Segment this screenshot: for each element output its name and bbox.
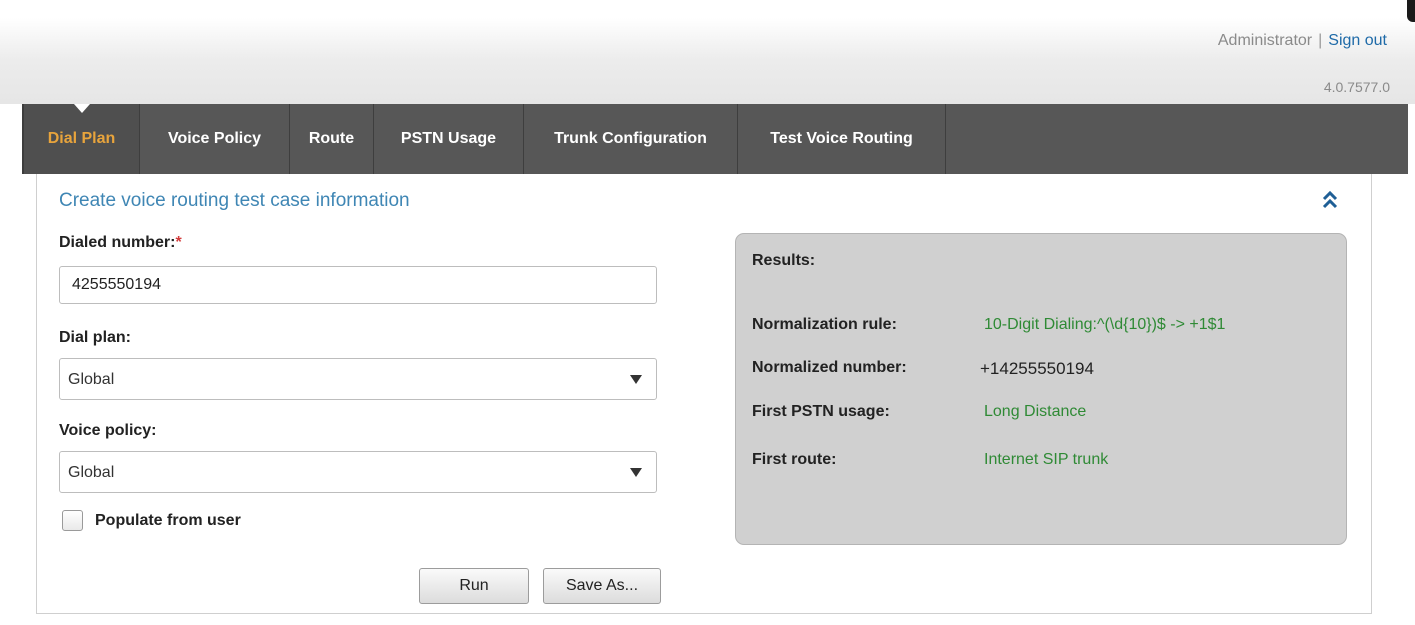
user-bar: Administrator | Sign out [1218, 32, 1387, 50]
voice-policy-value: Global [68, 464, 115, 481]
first-pstn-usage-label: First PSTN usage: [752, 403, 890, 420]
tab-pstn-usage[interactable]: PSTN Usage [374, 104, 524, 174]
dial-plan-label: Dial plan: [59, 329, 132, 346]
voice-policy-label: Voice policy: [59, 422, 157, 439]
normalization-rule-label: Normalization rule: [752, 316, 897, 333]
tab-test-voice-routing[interactable]: Test Voice Routing [738, 104, 946, 174]
tab-voice-policy[interactable]: Voice Policy [140, 104, 290, 174]
voice-policy-select[interactable]: Global [59, 451, 657, 493]
first-pstn-usage-value: Long Distance [984, 403, 1087, 420]
user-name: Administrator [1217, 32, 1313, 49]
run-button[interactable]: Run [419, 568, 529, 604]
tab-trunk-configuration[interactable]: Trunk Configuration [524, 104, 738, 174]
tab-route[interactable]: Route [290, 104, 374, 174]
version-label: 4.0.7577.0 [1323, 79, 1390, 95]
dial-plan-value: Global [68, 371, 115, 388]
dialed-number-label-text: Dialed number: [59, 234, 176, 251]
dialed-number-label: Dialed number:* [59, 234, 182, 252]
tab-dial-plan[interactable]: Dial Plan [24, 104, 140, 174]
first-route-label: First route: [752, 451, 837, 468]
first-route-value: Internet SIP trunk [984, 451, 1109, 468]
results-title: Results: [752, 252, 816, 269]
tab-label: Test Voice Routing [770, 130, 913, 147]
tab-label: Dial Plan [47, 130, 116, 147]
tab-label: Trunk Configuration [554, 130, 707, 147]
populate-from-user-checkbox[interactable] [62, 510, 83, 531]
tab-label: PSTN Usage [400, 130, 497, 147]
user-bar-separator: | [1318, 32, 1323, 49]
top-header: Administrator | Sign out 4.0.7577.0 [0, 0, 1415, 104]
dropdown-arrow-icon [630, 468, 642, 477]
test-case-panel: Create voice routing test case informati… [36, 174, 1372, 614]
main-nav: Dial Plan Voice Policy Route PSTN Usage … [22, 104, 1408, 174]
section-title[interactable]: Create voice routing test case informati… [59, 190, 410, 212]
save-as-button[interactable]: Save As... [543, 568, 661, 604]
normalized-number-value: +14255550194 [980, 359, 1094, 378]
required-marker: * [175, 234, 182, 251]
dropdown-arrow-icon [630, 375, 642, 384]
tab-label: Route [308, 130, 355, 147]
normalized-number-label: Normalized number: [752, 359, 907, 376]
corner-decoration [1407, 0, 1415, 22]
dialed-number-input[interactable] [59, 266, 657, 304]
normalization-rule-value: 10-Digit Dialing:^(\d{10})$ -> +1$1 [984, 316, 1226, 333]
sign-out-link[interactable]: Sign out [1328, 32, 1387, 49]
results-panel: Results: Normalization rule: 10-Digit Di… [735, 233, 1347, 545]
double-chevron-up-icon[interactable] [1322, 190, 1338, 210]
tab-label: Voice Policy [167, 130, 262, 147]
populate-from-user-label[interactable]: Populate from user [95, 512, 241, 530]
dial-plan-select[interactable]: Global [59, 358, 657, 400]
active-tab-pointer-icon [73, 104, 90, 113]
